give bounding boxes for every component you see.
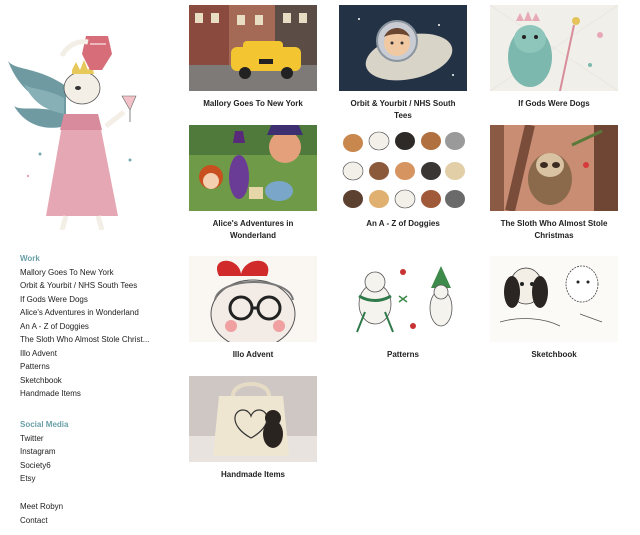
site-logo-illustration[interactable] [6,26,156,231]
nav-item-instagram[interactable]: Instagram [20,445,68,459]
thumbnail-illo-advent[interactable] [189,256,317,342]
thumbnail-sloth[interactable] [490,125,618,211]
caption-handmade: Handmade Items [220,470,286,479]
nav-item-etsy[interactable]: Etsy [20,472,68,486]
gallery-tile-doggies[interactable]: An A - Z of Doggies [339,125,467,230]
caption-alice: Alice's Adventures in Wonderland [212,219,294,240]
caption-doggies: An A - Z of Doggies [366,219,440,228]
thumbnail-orbit[interactable] [339,5,467,91]
nav-item-patterns[interactable]: Patterns [20,360,149,374]
gallery-tile-gods-dogs[interactable]: If Gods Were Dogs [490,5,618,110]
gallery-tile-illo-advent[interactable]: Illo Advent [189,256,317,361]
gallery-tile-mallory[interactable]: Mallory Goes To New York [189,5,317,110]
nav-item-doggies[interactable]: An A - Z of Doggies [20,320,149,334]
thumbnail-handmade[interactable] [189,376,317,462]
nav-item-handmade[interactable]: Handmade Items [20,387,149,401]
work-nav: Work Mallory Goes To New York Orbit & Yo… [20,252,149,401]
nav-item-sketchbook[interactable]: Sketchbook [20,374,149,388]
gallery-tile-handmade[interactable]: Handmade Items [189,376,317,481]
nav-item-gods-dogs[interactable]: If Gods Were Dogs [20,293,149,307]
caption-gods-dogs: If Gods Were Dogs [518,99,590,108]
gallery-tile-orbit[interactable]: Orbit & Yourbit / NHS South Tees [339,5,467,122]
thumbnail-doggies[interactable] [339,125,467,211]
work-heading: Work [20,254,40,263]
nav-item-contact[interactable]: Contact [20,514,63,528]
caption-patterns: Patterns [386,350,419,359]
gallery-tile-patterns[interactable]: Patterns [339,256,467,361]
caption-orbit: Orbit & Yourbit / NHS South Tees [350,99,456,120]
nav-item-meet-robyn[interactable]: Meet Robyn [20,500,63,514]
caption-mallory: Mallory Goes To New York [203,99,303,108]
thumbnail-gods-dogs[interactable] [490,5,618,91]
nav-item-orbit[interactable]: Orbit & Yourbit / NHS South Tees [20,279,149,293]
caption-illo-advent: Illo Advent [232,350,274,359]
nav-item-twitter[interactable]: Twitter [20,432,68,446]
gallery-tile-sketchbook[interactable]: Sketchbook [490,256,618,361]
nav-item-alice[interactable]: Alice's Adventures in Wonderland [20,306,149,320]
extra-nav: Meet Robyn Contact [20,500,63,527]
thumbnail-sketchbook[interactable] [490,256,618,342]
thumbnail-mallory[interactable] [189,5,317,91]
caption-sketchbook: Sketchbook [531,350,577,359]
thumbnail-patterns[interactable] [339,256,467,342]
gallery-tile-alice[interactable]: Alice's Adventures in Wonderland [189,125,317,242]
nav-item-society6[interactable]: Society6 [20,459,68,473]
gallery-tile-sloth[interactable]: The Sloth Who Almost Stole Christmas [490,125,618,242]
nav-item-sloth[interactable]: The Sloth Who Almost Stole Christ... [20,333,149,347]
social-heading: Social Media [20,420,69,429]
social-nav: Social Media Twitter Instagram Society6 … [20,418,68,486]
caption-sloth: The Sloth Who Almost Stole Christmas [500,219,608,240]
thumbnail-alice[interactable] [189,125,317,211]
nav-item-mallory[interactable]: Mallory Goes To New York [20,266,149,280]
nav-item-illo-advent[interactable]: Illo Advent [20,347,149,361]
